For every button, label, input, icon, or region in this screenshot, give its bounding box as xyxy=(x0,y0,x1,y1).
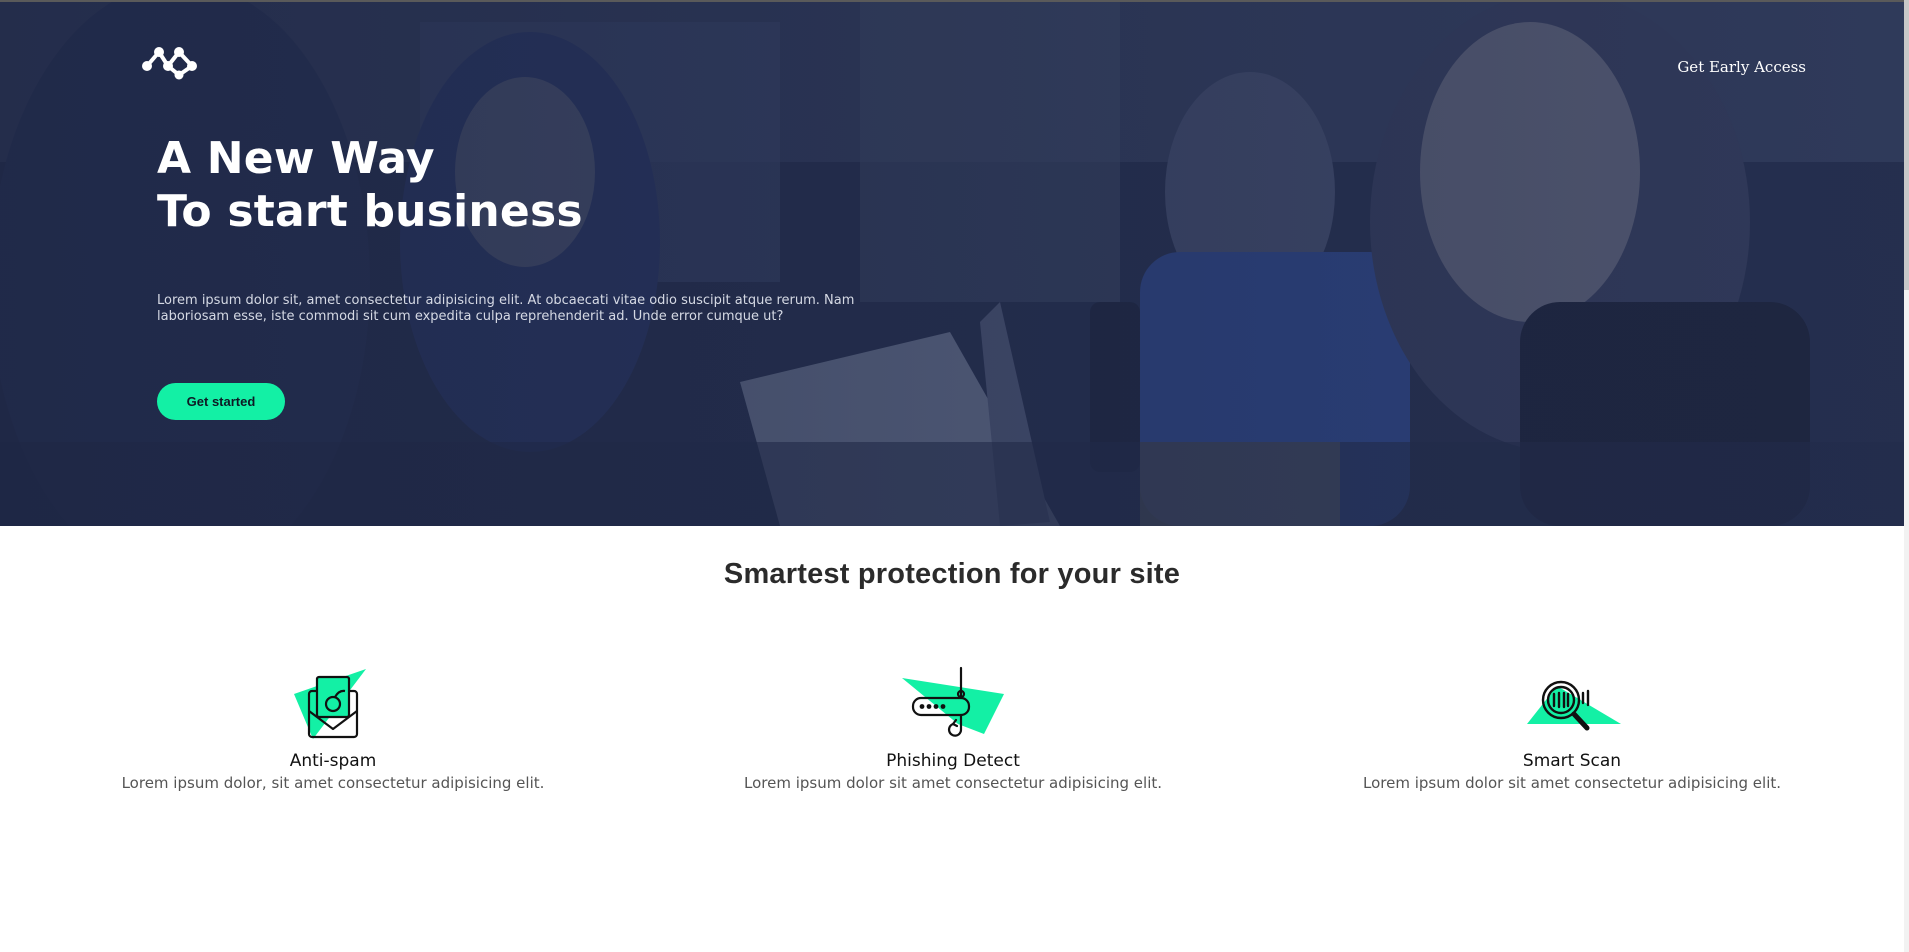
feature-title: Phishing Detect xyxy=(886,751,1020,771)
feature-anti-spam: Anti-spam Lorem ipsum dolor, sit amet co… xyxy=(73,664,593,793)
feature-title: Smart Scan xyxy=(1522,751,1622,771)
feature-text: Lorem ipsum dolor sit amet consectetur a… xyxy=(1362,774,1782,792)
hero-overlay xyxy=(0,2,1904,526)
feature-smart-scan: Smart Scan Lorem ipsum dolor sit amet co… xyxy=(1312,664,1832,793)
hero-description: Lorem ipsum dolor sit, amet consectetur … xyxy=(157,293,855,324)
hero-title-line2: To start business xyxy=(157,186,583,237)
page-scrollbar[interactable] xyxy=(1904,0,1909,952)
feature-phishing-detect: Phishing Detect Lorem ipsum dolor sit am… xyxy=(693,664,1213,793)
landing-page: Get Early Access A New Way To start busi… xyxy=(0,0,1909,952)
features-title: Smartest protection for your site xyxy=(723,558,1181,590)
feature-text: Lorem ipsum dolor sit amet consectetur a… xyxy=(743,774,1163,792)
get-early-access-link[interactable]: Get Early Access xyxy=(1677,58,1806,76)
hero-title-line1: A New Way xyxy=(157,133,435,184)
phishing-router-hook-icon xyxy=(902,666,1004,737)
hero-section: Get Early Access A New Way To start busi… xyxy=(0,2,1904,526)
scrollbar-thumb[interactable] xyxy=(1904,0,1909,290)
get-started-button[interactable]: Get started xyxy=(157,383,285,420)
smart-scan-magnifier-icon xyxy=(1527,680,1621,731)
feature-text: Lorem ipsum dolor, sit amet consectetur … xyxy=(121,774,545,792)
anti-spam-envelope-bomb-icon xyxy=(294,669,366,739)
molecule-logo-icon[interactable] xyxy=(142,46,198,80)
hero-title: A New Way To start business xyxy=(157,132,583,238)
feature-title: Anti-spam xyxy=(289,751,377,771)
